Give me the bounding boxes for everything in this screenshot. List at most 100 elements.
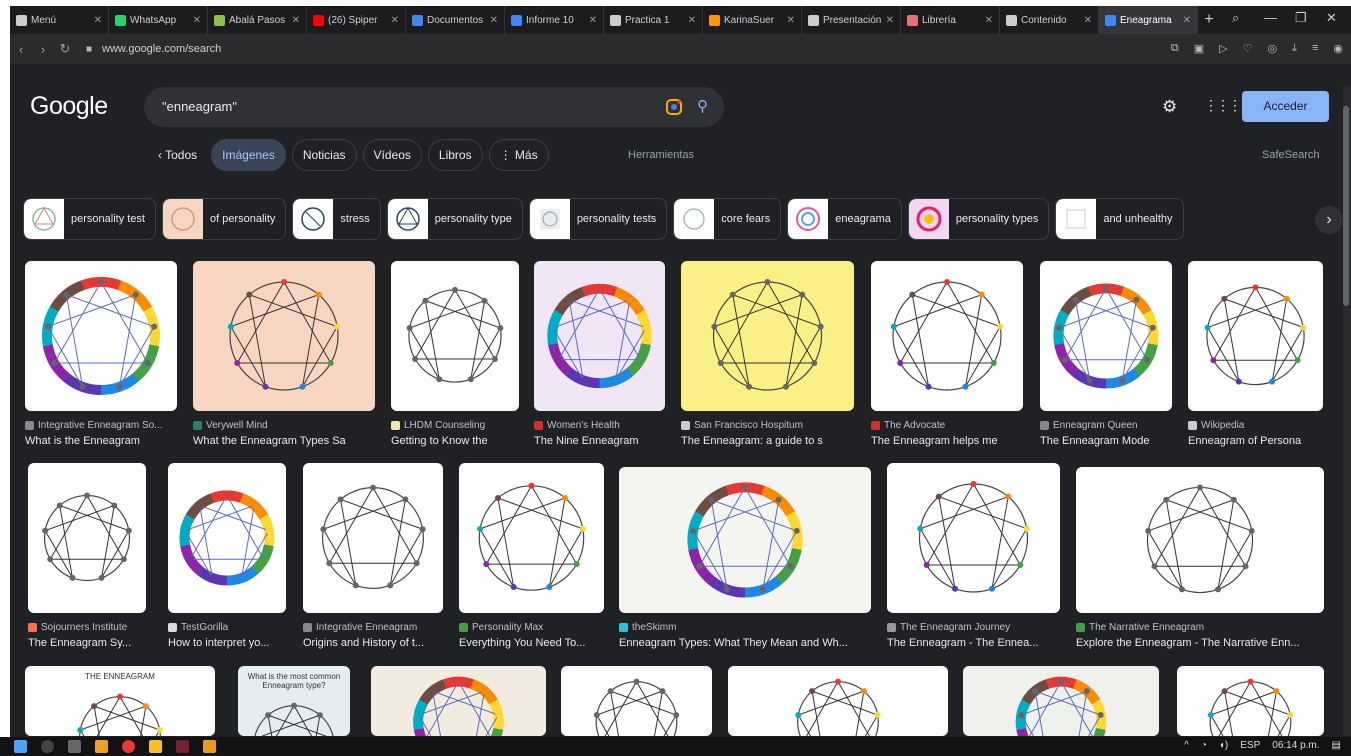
suggestion-chip[interactable]: and unhealthy xyxy=(1055,198,1184,240)
result-title[interactable]: Explore the Enneagram - The Narrative En… xyxy=(1076,637,1324,649)
suggestion-chip[interactable]: stress xyxy=(292,198,381,240)
close-icon[interactable]: ✕ xyxy=(490,15,498,26)
result-source[interactable]: The Enneagram Journey xyxy=(887,622,1060,633)
lens-icon[interactable] xyxy=(665,98,683,116)
close-icon[interactable]: ✕ xyxy=(94,15,102,26)
tab-all[interactable]: ‹ Todos xyxy=(150,139,205,171)
browser-tab[interactable]: Abalá Pasos ✕ xyxy=(208,6,307,34)
close-window-icon[interactable]: ✕ xyxy=(1326,10,1337,26)
result-thumbnail[interactable] xyxy=(25,261,177,411)
result-title[interactable]: The Enneagram helps me xyxy=(871,435,1023,447)
app-icon[interactable] xyxy=(203,740,216,753)
lock-icon[interactable]: ■ xyxy=(86,44,92,55)
forward-icon[interactable]: › xyxy=(32,42,54,57)
browser-tab[interactable]: Menú ✕ xyxy=(10,6,109,34)
result-thumbnail[interactable]: THE ENNEAGRAM xyxy=(25,666,215,736)
suggestion-chip[interactable]: personality type xyxy=(386,198,523,240)
search-box[interactable]: "enneagram" ⚲ xyxy=(144,87,724,127)
result-title[interactable]: The Enneagram Sy... xyxy=(28,637,146,649)
browser-tab[interactable]: Librería ✕ xyxy=(901,6,1000,34)
result-source[interactable]: The Narrative Enneagram xyxy=(1076,622,1324,633)
wallet-icon[interactable]: ◎ xyxy=(1267,42,1277,55)
search-input[interactable]: "enneagram" xyxy=(162,99,237,114)
result-source[interactable]: San Francisco Hospitum xyxy=(681,420,854,431)
app-icon[interactable] xyxy=(122,740,135,753)
result-thumbnail[interactable] xyxy=(1177,666,1324,736)
result-title[interactable]: The Enneagram: a guide to s xyxy=(681,435,854,447)
result-source[interactable]: TestGorilla xyxy=(168,622,286,633)
browser-tab[interactable]: Documentos ✕ xyxy=(406,6,505,34)
windows-start-icon[interactable] xyxy=(14,740,27,753)
close-icon[interactable]: ✕ xyxy=(391,15,399,26)
result-thumbnail[interactable] xyxy=(391,261,519,411)
result-title[interactable]: Enneagram of Persona xyxy=(1188,435,1323,447)
apps-grid-icon[interactable]: ⋮⋮⋮ xyxy=(1204,97,1242,114)
browser-tab[interactable]: Presentación ✕ xyxy=(802,6,901,34)
gear-icon[interactable]: ⚙ xyxy=(1162,97,1177,117)
result-thumbnail[interactable] xyxy=(619,467,871,613)
close-icon[interactable]: ✕ xyxy=(985,15,993,26)
screenshot-icon[interactable]: ▣ xyxy=(1194,42,1204,55)
tab-news[interactable]: Noticias xyxy=(291,139,357,171)
browser-tab[interactable]: WhatsApp ✕ xyxy=(109,6,208,34)
result-source[interactable]: theSkimm xyxy=(619,622,871,633)
tools-button[interactable]: Herramientas xyxy=(628,149,694,161)
result-source[interactable]: Verywell Mind xyxy=(193,420,375,431)
notification-icon[interactable]: ▤ xyxy=(1332,740,1341,751)
result-source[interactable]: Wikipedia xyxy=(1188,420,1323,431)
search-icon[interactable]: ⚲ xyxy=(697,97,708,115)
minimize-icon[interactable]: — xyxy=(1264,10,1277,25)
result-thumbnail[interactable] xyxy=(371,666,546,736)
profile-icon[interactable]: ◉ xyxy=(1333,42,1343,55)
result-source[interactable]: Women's Health xyxy=(534,420,665,431)
result-source[interactable]: Integrative Enneagram So... xyxy=(25,420,177,431)
result-source[interactable]: Enneagram Queen xyxy=(1040,420,1172,431)
settings-icon[interactable] xyxy=(68,740,81,753)
chevron-up-icon[interactable]: ^ xyxy=(1184,740,1189,751)
url-field[interactable]: www.google.com/search xyxy=(102,43,221,55)
result-thumbnail[interactable] xyxy=(459,463,604,613)
close-icon[interactable]: ✕ xyxy=(1084,15,1092,26)
play-icon[interactable]: ▷ xyxy=(1219,42,1227,55)
shield-icon[interactable]: ♡ xyxy=(1243,42,1253,55)
result-thumbnail[interactable] xyxy=(193,261,375,411)
result-title[interactable]: Everything You Need To... xyxy=(459,637,604,649)
close-icon[interactable]: ✕ xyxy=(688,15,696,26)
app-icon[interactable] xyxy=(176,740,189,753)
close-icon[interactable]: ✕ xyxy=(1183,15,1191,26)
suggestion-chip[interactable]: personality types xyxy=(907,198,1050,240)
result-title[interactable]: Enneagram Types: What They Mean and Wh..… xyxy=(619,637,871,649)
tab-videos[interactable]: Vídeos xyxy=(362,139,422,171)
result-source[interactable]: Sojourners Institute xyxy=(28,622,146,633)
clock[interactable]: 06:14 p.m. xyxy=(1272,740,1319,751)
download-icon[interactable]: ⤓ xyxy=(1292,42,1297,55)
maximize-icon[interactable]: ❐ xyxy=(1295,10,1307,26)
result-source[interactable]: The Advocate xyxy=(871,420,1023,431)
network-icon[interactable]: ◔ xyxy=(1201,740,1207,751)
close-icon[interactable]: ✕ xyxy=(787,15,795,26)
folder-icon[interactable] xyxy=(149,740,162,753)
result-title[interactable]: The Enneagram Mode xyxy=(1040,435,1172,447)
close-icon[interactable]: ✕ xyxy=(193,15,201,26)
tab-more[interactable]: ⋮ Más xyxy=(488,139,549,171)
result-title[interactable]: What the Enneagram Types Sa xyxy=(193,435,375,447)
browser-tab[interactable]: (26) Spiper ✕ xyxy=(307,6,406,34)
result-title[interactable]: The Nine Enneagram xyxy=(534,435,665,447)
result-thumbnail[interactable] xyxy=(28,463,146,613)
result-source[interactable]: LHDM Counseling xyxy=(391,420,519,431)
browser-tab[interactable]: Practica 1 ✕ xyxy=(604,6,703,34)
language-indicator[interactable]: ESP xyxy=(1240,740,1260,751)
result-thumbnail[interactable] xyxy=(1040,261,1172,411)
result-title[interactable]: Getting to Know the xyxy=(391,435,519,447)
close-icon[interactable]: ✕ xyxy=(886,15,894,26)
google-logo[interactable]: Google xyxy=(30,92,108,121)
result-title[interactable]: The Enneagram - The Ennea... xyxy=(887,637,1060,649)
page-icon[interactable]: ⧉ xyxy=(1171,42,1179,55)
search-icon[interactable] xyxy=(41,740,54,753)
suggestion-chip[interactable]: core fears xyxy=(673,198,782,240)
suggestion-chip[interactable]: personality test xyxy=(23,198,156,240)
suggestion-chip[interactable]: of personality xyxy=(161,198,287,240)
result-thumbnail[interactable] xyxy=(561,666,712,736)
signin-button[interactable]: Acceder xyxy=(1242,91,1329,122)
result-thumbnail[interactable] xyxy=(534,261,665,411)
